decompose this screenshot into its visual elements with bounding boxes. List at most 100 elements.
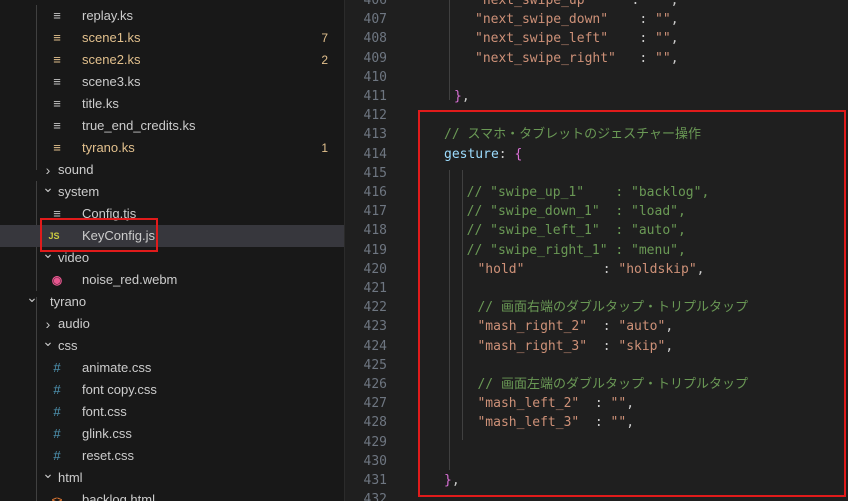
line-number: 430 bbox=[363, 453, 387, 469]
code-token: "next_swipe_left" bbox=[475, 31, 609, 47]
code-token: } bbox=[454, 89, 462, 104]
chevron-right-icon[interactable]: › bbox=[42, 316, 54, 332]
line-number: 428 bbox=[363, 415, 387, 431]
tree-item-label: tyrano bbox=[50, 294, 87, 309]
line-number: 425 bbox=[363, 357, 387, 373]
code-token: , bbox=[461, 89, 470, 104]
lines-icon: ≡ bbox=[53, 140, 61, 155]
tree-item-label: html bbox=[58, 470, 83, 485]
line-number: 429 bbox=[363, 434, 387, 450]
tree-folder[interactable]: ⌄ tyrano bbox=[0, 289, 344, 313]
chevron-right-icon[interactable]: › bbox=[42, 162, 54, 178]
line-number: 411 bbox=[363, 89, 387, 104]
code-line[interactable]: 411}, bbox=[345, 87, 848, 106]
tree-item-label: noise_red.webm bbox=[82, 272, 178, 287]
line-number: 416 bbox=[363, 185, 387, 200]
tree-file[interactable]: # font.css bbox=[0, 401, 344, 423]
code-token: : "", bbox=[592, 0, 679, 8]
lines-icon: ≡ bbox=[53, 30, 61, 45]
lines-icon: ≡ bbox=[53, 8, 61, 23]
line-number: 427 bbox=[363, 396, 387, 412]
code-token: "" bbox=[655, 31, 671, 47]
tree-file[interactable]: # reset.css bbox=[0, 445, 344, 467]
problem-count-badge: 1 bbox=[321, 141, 328, 155]
tree-file[interactable]: ≡ scene3.ks bbox=[0, 71, 344, 93]
lines-icon: ≡ bbox=[53, 96, 61, 111]
code-line[interactable]: 407 "next_swipe_down" : "", bbox=[345, 10, 848, 29]
code-token: : bbox=[608, 12, 656, 28]
code-token: "next_swipe_right" bbox=[475, 50, 616, 66]
problem-count-badge: 7 bbox=[321, 31, 328, 45]
tree-item-label: css bbox=[58, 338, 78, 353]
tree-folder[interactable]: › audio bbox=[0, 313, 344, 335]
tree-file[interactable]: # animate.css bbox=[0, 357, 344, 379]
code-token: "" bbox=[655, 50, 671, 66]
code-line[interactable]: 409 "next_swipe_right" : "", bbox=[345, 49, 848, 68]
code-token: , bbox=[670, 31, 679, 47]
code-token: "next_swipe_up" bbox=[475, 0, 593, 8]
tree-item-label: system bbox=[58, 184, 100, 199]
tree-file[interactable]: ≡ scene1.ks 7 bbox=[0, 27, 344, 49]
tree-item-label: backlog.html bbox=[82, 492, 155, 501]
line-number: 417 bbox=[363, 204, 387, 220]
code-token: : bbox=[608, 31, 656, 47]
code-token: "" bbox=[655, 12, 671, 28]
tree-item-label: sound bbox=[58, 162, 94, 177]
tree-item-label: video bbox=[58, 250, 90, 265]
tree-folder[interactable]: ⌄ system bbox=[0, 179, 344, 203]
line-number: 418 bbox=[363, 223, 387, 239]
tree-folder[interactable]: › sound bbox=[0, 159, 344, 181]
tree-item-label: audio bbox=[58, 316, 90, 331]
tree-item-label: title.ks bbox=[82, 96, 119, 111]
tree-item-label: scene2.ks bbox=[82, 52, 141, 67]
tree-item-label: tyrano.ks bbox=[82, 140, 135, 155]
chevron-down-icon[interactable]: ⌄ bbox=[42, 179, 54, 195]
tree-item-label: reset.css bbox=[82, 448, 135, 463]
line-number: 426 bbox=[363, 377, 387, 392]
line-number: 414 bbox=[363, 146, 387, 162]
chevron-down-icon[interactable]: ⌄ bbox=[42, 465, 54, 481]
tree-file[interactable]: ≡ true_end_credits.ks bbox=[0, 115, 344, 137]
lines-icon: ≡ bbox=[53, 118, 61, 133]
code-line[interactable]: 410 bbox=[345, 68, 848, 87]
lines-icon: ≡ bbox=[53, 74, 61, 89]
line-number: 419 bbox=[363, 242, 387, 258]
tree-item-label: font.css bbox=[82, 404, 127, 419]
tree-file[interactable]: ≡ tyrano.ks 1 bbox=[0, 137, 344, 159]
tree-file[interactable]: ≡ title.ks bbox=[0, 93, 344, 115]
tree-file[interactable]: ≡ replay.ks bbox=[0, 5, 344, 27]
code-text: }, bbox=[454, 87, 470, 106]
code-token: : bbox=[615, 50, 656, 66]
code-token: , bbox=[670, 50, 679, 66]
line-number: 424 bbox=[363, 338, 387, 354]
tree-file[interactable]: <> backlog.html bbox=[0, 489, 344, 501]
line-number: 422 bbox=[363, 300, 387, 316]
line-number: 413 bbox=[363, 127, 387, 143]
line-number: 421 bbox=[363, 281, 387, 296]
line-number: 408 bbox=[363, 31, 387, 47]
tree-file[interactable]: # glink.css bbox=[0, 423, 344, 445]
html-icon: <> bbox=[51, 495, 63, 501]
tree-file[interactable]: ≡ scene2.ks 2 bbox=[0, 49, 344, 71]
hash-icon: # bbox=[53, 448, 61, 463]
hash-icon: # bbox=[53, 404, 61, 419]
chevron-down-icon[interactable]: ⌄ bbox=[42, 333, 54, 349]
code-line[interactable]: 406 "next_swipe_up" : "", bbox=[345, 0, 848, 10]
tree-item-label: animate.css bbox=[82, 360, 152, 375]
tree-file[interactable]: ◉ noise_red.webm bbox=[0, 269, 344, 291]
line-number: 409 bbox=[363, 50, 387, 66]
tree-item-label: true_end_credits.ks bbox=[82, 118, 196, 133]
tree-folder[interactable]: ⌄ html bbox=[0, 465, 344, 489]
highlight-box-gesture-block bbox=[418, 110, 846, 497]
chevron-down-icon[interactable]: ⌄ bbox=[26, 289, 38, 305]
hash-icon: # bbox=[53, 360, 61, 375]
code-line[interactable]: 408 "next_swipe_left" : "", bbox=[345, 29, 848, 48]
hash-icon: # bbox=[53, 382, 61, 397]
code-text: "next_swipe_down" : "", bbox=[475, 10, 679, 29]
tree-item-label: font copy.css bbox=[82, 382, 157, 397]
tree-file[interactable]: # font copy.css bbox=[0, 379, 344, 401]
tree-item-label: replay.ks bbox=[82, 8, 134, 23]
lines-icon: ≡ bbox=[53, 52, 61, 67]
line-number: 415 bbox=[363, 165, 387, 181]
tree-folder[interactable]: ⌄ css bbox=[0, 333, 344, 357]
